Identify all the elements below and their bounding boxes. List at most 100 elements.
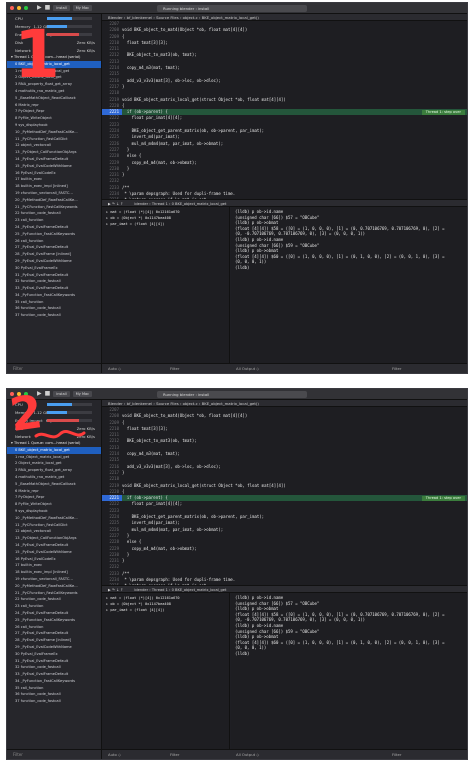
stack-frame-row[interactable]: 34 _PyFunction_FastCallKeywords xyxy=(7,292,101,299)
variables-scope-selector[interactable]: Auto ◇ xyxy=(108,750,121,759)
stack-frame-row[interactable]: 36 function_code_fastcall xyxy=(7,305,101,312)
close-window-button[interactable] xyxy=(10,6,14,10)
console-output-selector[interactable]: All Output ◇ xyxy=(236,750,259,759)
stack-frame-row[interactable]: 27 _PyEval_EvalFrameDefault xyxy=(7,244,101,251)
stack-frame-row[interactable]: 28 _PyEval_EvalFrame [inlined] xyxy=(7,637,101,644)
jump-bar-item[interactable]: Blender xyxy=(108,401,123,406)
stack-frame-row[interactable]: 34 _PyFunction_FastCallKeywords xyxy=(7,678,101,685)
scheme-selector[interactable]: install xyxy=(53,5,70,11)
console-filter-field[interactable]: Filter xyxy=(392,750,401,759)
stack-frame-row[interactable]: 11 _PyCFunction_FastCallDict xyxy=(7,136,101,143)
stack-frame-row[interactable]: 12 object_vectorcall xyxy=(7,142,101,149)
stack-frame-row[interactable]: 18 builtin_exec_impl [inlined] xyxy=(7,569,101,576)
stack-frame-row[interactable]: 7 PyObject_Repr xyxy=(7,494,101,501)
stack-frame-row[interactable]: 14 _PyEval_EvalFrameDefault xyxy=(7,542,101,549)
stack-frame-row[interactable]: 13 _PyObject_CallFunctionObjArgs xyxy=(7,535,101,542)
debug-path-item[interactable]: Thread 1 xyxy=(152,588,168,592)
stack-frame-row[interactable]: 22 function_code_fastcall xyxy=(7,596,101,603)
stack-frame-row[interactable]: 16 PyEval_EvalCodeEx xyxy=(7,170,101,177)
stack-frame-row[interactable]: 1 rna_Object_matrix_local_get xyxy=(7,454,101,461)
stack-frame-row[interactable]: 23 call_function xyxy=(7,603,101,610)
stack-frame-row[interactable]: 21 _PyCFunction_FastCallKeywords xyxy=(7,590,101,597)
stack-frame-row[interactable]: 8 PyFile_WriteObject xyxy=(7,115,101,122)
jump-bar[interactable]: Blender › bf_blenkernel › Source Files ›… xyxy=(102,14,467,21)
source-editor[interactable]: 2207 2208 void BKE_object_to_mat4(Object *… xyxy=(102,407,467,585)
stack-frame-row[interactable]: 3 RNA_property_float_get_array xyxy=(7,467,101,474)
stack-frame-row[interactable]: 17 builtin_exec xyxy=(7,562,101,569)
variable-row[interactable]: ▸ par_imat = (float [4][4]) xyxy=(102,607,229,613)
stack-frame-row[interactable]: 14 _PyEval_EvalFrameDefault xyxy=(7,156,101,163)
stack-frame-row[interactable]: 31 _PyEval_EvalFrameDefault xyxy=(7,658,101,665)
stack-frame-row[interactable]: 35 call_function xyxy=(7,685,101,692)
jump-bar-item[interactable]: object.c xyxy=(183,401,198,406)
jump-bar-item[interactable]: bf_blenkernel xyxy=(127,15,153,20)
jump-bar-item[interactable]: Source Files xyxy=(156,15,179,20)
stack-frame-row[interactable]: 11 _PyCFunction_FastCallDict xyxy=(7,522,101,529)
minimize-window-button[interactable] xyxy=(17,6,21,10)
console-filter-field[interactable]: Filter xyxy=(392,364,401,373)
stack-frame-row[interactable]: 17 builtin_exec xyxy=(7,176,101,183)
console-output-selector[interactable]: All Output ◇ xyxy=(236,364,259,373)
stack-frame-row[interactable]: 6 Matrix_repr xyxy=(7,102,101,109)
stack-frame-row[interactable]: 7 PyObject_Repr xyxy=(7,108,101,115)
variables-filter-field[interactable]: Filter xyxy=(170,750,179,759)
stack-frame-row[interactable]: 21 _PyCFunction_FastCallKeywords xyxy=(7,204,101,211)
stack-frame-row[interactable]: 27 _PyEval_EvalFrameDefault xyxy=(7,630,101,637)
stack-frame-row[interactable]: 5 _BaseMathObject_ReadCallback xyxy=(7,481,101,488)
navigator-filter-field[interactable]: Filter xyxy=(7,749,101,759)
stack-frame-row[interactable]: 24 _PyEval_EvalFrameDefault xyxy=(7,610,101,617)
step-out-icon[interactable]: ↑ xyxy=(120,588,124,592)
stack-frame-row[interactable]: 5 _BaseMathObject_ReadCallback xyxy=(7,95,101,102)
debug-path-item[interactable]: blender xyxy=(134,588,148,592)
variable-row[interactable]: ▸ par_imat = (float [4][4]) xyxy=(102,221,229,227)
debug-path-item[interactable]: blender xyxy=(134,202,148,206)
stack-frame-row[interactable]: 12 object_vectorcall xyxy=(7,528,101,535)
stack-frame-row[interactable]: 6 Matrix_repr xyxy=(7,488,101,495)
jump-bar-item[interactable]: BKE_object_matrix_local_get() xyxy=(202,15,259,20)
stop-icon[interactable]: ■ xyxy=(45,391,51,397)
stack-frame-row[interactable]: 23 call_function xyxy=(7,217,101,224)
stack-frame-row[interactable]: 20 _PyMethodDef_RawFastCallKe... xyxy=(7,197,101,204)
stack-frame-row[interactable]: 35 call_function xyxy=(7,299,101,306)
stack-frame-row[interactable]: 36 function_code_fastcall xyxy=(7,691,101,698)
stack-frame-row[interactable]: 29 _PyEval_EvalCodeWithName xyxy=(7,258,101,265)
stack-frame-row[interactable]: 30 PyEval_EvalFrameEx xyxy=(7,651,101,658)
stack-frame-row[interactable]: 29 _PyEval_EvalCodeWithName xyxy=(7,644,101,651)
debug-path-item[interactable]: Thread 1 xyxy=(152,202,168,206)
scheme-selector[interactable]: install xyxy=(53,391,70,397)
jump-bar-item[interactable]: BKE_object_matrix_local_get() xyxy=(202,401,259,406)
stack-frame-row[interactable]: 32 function_code_fastcall xyxy=(7,278,101,285)
run-icon[interactable]: ▶ xyxy=(37,5,42,11)
destination-selector[interactable]: My Mac xyxy=(72,391,93,397)
stack-frame-row[interactable]: 19 cfunction_vectorcall_FASTC... xyxy=(7,190,101,197)
stack-frame-row[interactable]: 37 function_code_fastcall xyxy=(7,698,101,705)
stack-frame-row[interactable]: 18 builtin_exec_impl [inlined] xyxy=(7,183,101,190)
destination-selector[interactable]: My Mac xyxy=(72,5,93,11)
stack-frame-row[interactable]: 25 _PyFunction_FastCallKeywords xyxy=(7,617,101,624)
stack-frame-row[interactable]: 22 function_code_fastcall xyxy=(7,210,101,217)
stack-frame-row[interactable]: 30 PyEval_EvalFrameEx xyxy=(7,265,101,272)
jump-bar-item[interactable]: object.c xyxy=(183,15,198,20)
variables-filter-field[interactable]: Filter xyxy=(170,364,179,373)
stack-frame-row[interactable]: 4 mathutils_rna_matrix_get xyxy=(7,474,101,481)
debug-path-item[interactable]: 0 BKE_object_matrix_local_get xyxy=(172,588,227,592)
navigator-filter-field[interactable]: Filter xyxy=(7,363,101,373)
jump-bar-item[interactable]: Source Files xyxy=(156,401,179,406)
stack-frame-row[interactable]: 15 _PyEval_EvalCodeWithName xyxy=(7,163,101,170)
stack-frame-row[interactable]: 16 PyEval_EvalCodeEx xyxy=(7,556,101,563)
stack-frame-row[interactable]: 25 _PyFunction_FastCallKeywords xyxy=(7,231,101,238)
stack-frame-row[interactable]: 13 _PyObject_CallFunctionObjArgs xyxy=(7,149,101,156)
stack-frame-row[interactable]: 2 Object_matrix_local_get xyxy=(7,460,101,467)
step-out-icon[interactable]: ↑ xyxy=(120,202,124,206)
stack-frame-row[interactable]: 37 function_code_fastcall xyxy=(7,312,101,319)
lldb-console[interactable]: (lldb) p ob->id.name (unsigned char [66])… xyxy=(231,207,467,363)
stack-frame-row[interactable]: 9 sys_displayhook xyxy=(7,508,101,515)
stack-frame-row[interactable]: 28 _PyEval_EvalFrame [inlined] xyxy=(7,251,101,258)
stack-frame-row[interactable]: 24 _PyEval_EvalFrameDefault xyxy=(7,224,101,231)
zoom-window-button[interactable] xyxy=(24,6,28,10)
jump-bar[interactable]: Blender › bf_blenkernel › Source Files ›… xyxy=(102,400,467,407)
stack-frame-row[interactable]: 33 _PyEval_EvalFrameDefault xyxy=(7,285,101,292)
stack-frame-row[interactable]: 26 call_function xyxy=(7,238,101,245)
lldb-console[interactable]: (lldb) p ob->id.name (unsigned char [66])… xyxy=(231,593,467,749)
stack-frame-row[interactable]: 19 cfunction_vectorcall_FASTC... xyxy=(7,576,101,583)
